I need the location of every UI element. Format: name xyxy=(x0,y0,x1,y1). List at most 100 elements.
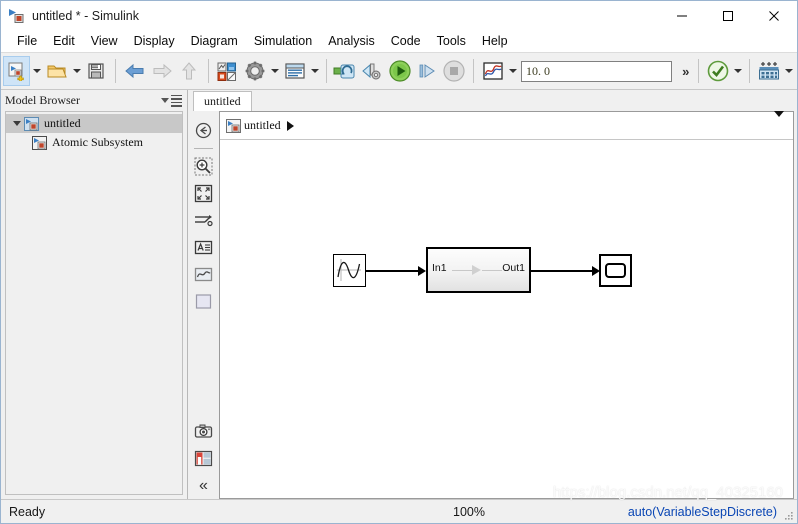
toolbar-separator xyxy=(115,59,117,83)
configuration-dropdown[interactable] xyxy=(268,56,281,86)
subsystem-icon xyxy=(32,135,47,150)
model-browser-tree[interactable]: untitled Atomic Subsystem xyxy=(5,111,183,495)
menu-item-edit[interactable]: Edit xyxy=(45,32,83,50)
open-dropdown[interactable] xyxy=(70,56,83,86)
simulation-data-inspector-icon[interactable] xyxy=(479,56,506,86)
tab-untitled[interactable]: untitled xyxy=(193,91,252,111)
toolbar-separator xyxy=(207,59,209,83)
menu-item-code[interactable]: Code xyxy=(383,32,429,50)
annotation-text-icon[interactable] xyxy=(192,234,216,261)
area-block-icon[interactable] xyxy=(192,288,216,315)
subsystem-inner-line xyxy=(482,270,502,271)
run-play-icon[interactable] xyxy=(386,56,413,86)
toolstrip-options-icon[interactable] xyxy=(755,56,782,86)
menu-item-diagram[interactable]: Diagram xyxy=(183,32,246,50)
stop-icon xyxy=(441,56,468,86)
toolstrip-dropdown[interactable] xyxy=(782,56,795,86)
menu-item-simulation[interactable]: Simulation xyxy=(246,32,320,50)
resize-grip-icon[interactable] xyxy=(783,510,794,521)
simulation-stop-time-value: 10. 0 xyxy=(525,63,550,78)
sine-wave-block[interactable] xyxy=(333,254,366,287)
back-arrow-icon[interactable] xyxy=(121,56,148,86)
menu-item-tools[interactable]: Tools xyxy=(429,32,474,50)
tree-item-atomic-subsystem[interactable]: Atomic Subsystem xyxy=(6,133,182,152)
main-toolbar: 10. 0 » xyxy=(1,52,797,90)
tree-item-label: untitled xyxy=(44,116,81,130)
collapse-panel-icon[interactable]: « xyxy=(192,472,216,499)
atomic-subsystem-block[interactable]: In1 Out1 xyxy=(426,247,531,293)
solver-status[interactable]: auto(VariableStepDiscrete) xyxy=(628,505,777,519)
toolbar-separator xyxy=(749,59,751,83)
menu-item-help[interactable]: Help xyxy=(474,32,516,50)
data-inspector-dropdown[interactable] xyxy=(506,56,519,86)
update-model-icon[interactable] xyxy=(332,56,359,86)
open-folder-icon[interactable] xyxy=(43,56,70,86)
library-browser-icon[interactable] xyxy=(214,56,241,86)
breadcrumb-path[interactable]: untitled xyxy=(244,118,281,133)
canvas-wrapper: « untitled In1 Out1 xyxy=(188,110,794,499)
navigate-back-icon[interactable] xyxy=(192,117,216,144)
minimize-button[interactable] xyxy=(659,1,705,30)
signal-routing-icon[interactable] xyxy=(192,207,216,234)
canvas-vertical-toolbar: « xyxy=(188,111,219,499)
maximize-button[interactable] xyxy=(705,1,751,30)
step-forward-icon[interactable] xyxy=(414,56,441,86)
toolbar-separator xyxy=(473,59,475,83)
signal-wire[interactable] xyxy=(531,270,593,272)
toolbar-overflow-button[interactable]: » xyxy=(678,64,693,79)
close-button[interactable] xyxy=(751,1,797,30)
simulink-model-icon xyxy=(24,116,39,131)
simulink-model-icon xyxy=(8,8,26,24)
new-model-dropdown[interactable] xyxy=(30,56,43,86)
window-controls xyxy=(659,1,797,30)
model-browser-panel: Model Browser untitled Atomic Subsystem xyxy=(1,90,188,499)
new-model-icon[interactable] xyxy=(3,56,31,86)
menu-item-analysis[interactable]: Analysis xyxy=(320,32,383,50)
model-canvas[interactable]: In1 Out1 xyxy=(220,140,793,498)
model-advisor-check-icon[interactable] xyxy=(704,56,731,86)
up-arrow-icon xyxy=(176,56,203,86)
model-explorer-dropdown[interactable] xyxy=(308,56,321,86)
tree-item-label: Atomic Subsystem xyxy=(52,135,144,149)
menu-item-display[interactable]: Display xyxy=(126,32,183,50)
model-configuration-gear-icon[interactable] xyxy=(241,56,268,86)
zoom-level[interactable]: 100% xyxy=(453,505,485,519)
tree-item-untitled[interactable]: untitled xyxy=(6,114,182,133)
breadcrumb: untitled xyxy=(220,110,793,140)
tab-strip: untitled xyxy=(188,90,797,111)
menu-bar: File Edit View Display Diagram Simulatio… xyxy=(1,30,797,52)
subsystem-output-port-label: Out1 xyxy=(502,262,525,274)
fit-to-view-icon[interactable] xyxy=(192,180,216,207)
title-bar: untitled * - Simulink xyxy=(1,1,797,30)
breadcrumb-separator-icon xyxy=(286,120,294,131)
model-browser-title: Model Browser xyxy=(5,93,80,107)
subsystem-input-port-label: In1 xyxy=(432,262,447,274)
forward-arrow-icon xyxy=(148,56,175,86)
subsystem-inner-gain-icon xyxy=(472,265,481,275)
collapse-chevron-glyph: « xyxy=(199,476,208,494)
toolbar-separator xyxy=(698,59,700,83)
layout-panels-icon[interactable] xyxy=(192,445,216,472)
save-disk-icon[interactable] xyxy=(83,56,110,86)
simulation-stop-time-input[interactable]: 10. 0 xyxy=(520,60,673,82)
model-advisor-dropdown[interactable] xyxy=(732,56,745,86)
zoom-in-region-icon[interactable] xyxy=(192,153,216,180)
scope-block[interactable] xyxy=(599,254,632,287)
signal-wire[interactable] xyxy=(366,270,419,272)
menu-item-view[interactable]: View xyxy=(83,32,126,50)
snapshot-camera-icon[interactable] xyxy=(192,418,216,445)
scope-viewer-icon[interactable] xyxy=(192,261,216,288)
menu-item-file[interactable]: File xyxy=(9,32,45,50)
tab-label: untitled xyxy=(204,94,241,108)
status-text: Ready xyxy=(9,504,46,519)
panel-options-icon[interactable] xyxy=(161,94,187,107)
toolbar-divider xyxy=(194,148,213,149)
subsystem-inner-line xyxy=(452,270,472,271)
build-model-icon[interactable] xyxy=(359,56,386,86)
status-bar: Ready 100% auto(VariableStepDiscrete) xyxy=(1,499,797,523)
model-explorer-icon[interactable] xyxy=(281,56,308,86)
chevron-down-icon[interactable] xyxy=(774,110,793,135)
simulink-window: untitled * - Simulink File Edit View Dis… xyxy=(0,0,798,524)
model-browser-header: Model Browser xyxy=(1,90,187,111)
chevron-down-icon[interactable] xyxy=(10,121,24,126)
